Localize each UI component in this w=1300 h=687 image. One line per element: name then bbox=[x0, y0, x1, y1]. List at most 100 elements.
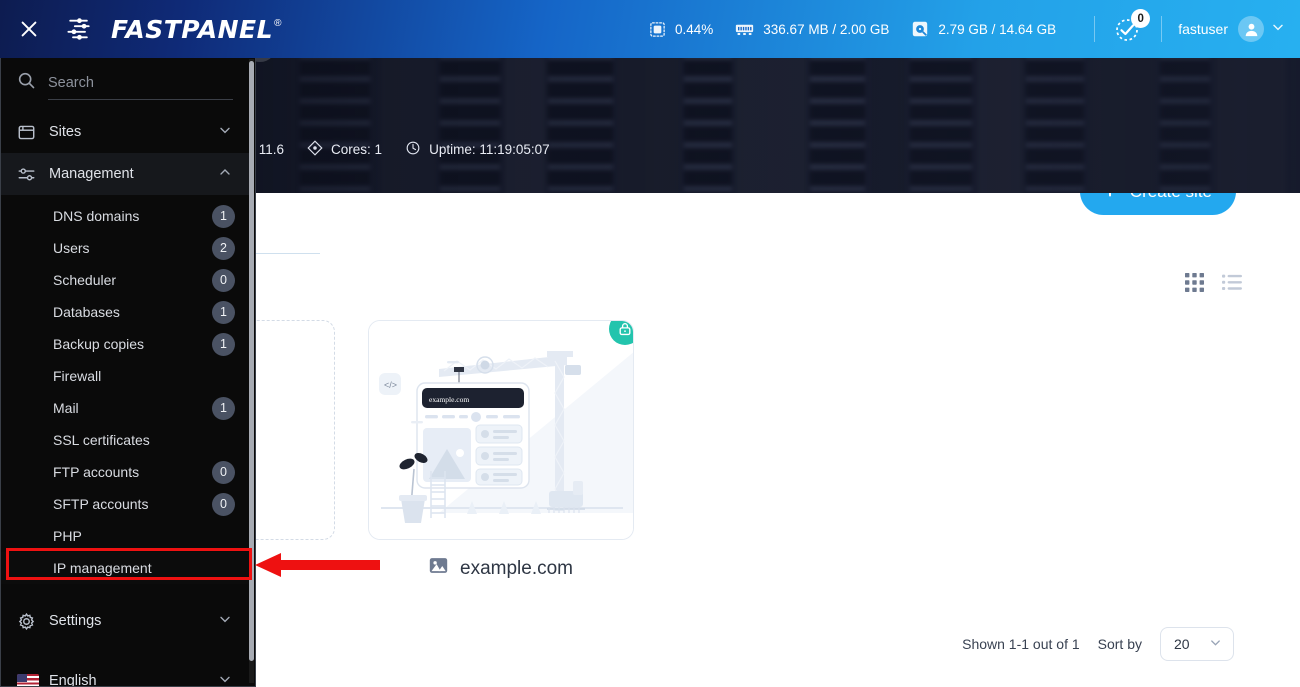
list-view-icon[interactable] bbox=[1222, 274, 1242, 291]
sidebar-group-sites[interactable]: Sites bbox=[1, 111, 249, 153]
stat-cpu-value: 0.44% bbox=[675, 21, 714, 37]
sidebar-item-mail[interactable]: Mail 1 bbox=[1, 392, 249, 424]
sidebar-item-label: IP management bbox=[53, 560, 152, 576]
divider bbox=[1161, 16, 1163, 42]
username-label: fastuser bbox=[1178, 21, 1228, 37]
sidebar-item-users[interactable]: Users 2 bbox=[1, 232, 249, 264]
sidebar-item-label: Mail bbox=[53, 400, 79, 416]
server-meta: an 11.6 Cores: 1 Uptime: 11:19:05:07 bbox=[240, 140, 564, 159]
sidebar-group-settings-label: Settings bbox=[49, 613, 102, 629]
badge-count: 0 bbox=[212, 492, 235, 516]
badge-count: 0 bbox=[212, 268, 235, 292]
sidebar-item-label: Databases bbox=[53, 304, 120, 320]
stat-disk: 2.79 GB / 14.64 GB bbox=[911, 20, 1056, 38]
sidebar-item-ssl-certificates[interactable]: SSL certificates bbox=[1, 424, 249, 456]
sidebar-item-label: SFTP accounts bbox=[53, 496, 149, 512]
notification-count-badge: 0 bbox=[1131, 9, 1151, 28]
top-bar: FASTPANEL ® 0.44% 336.67 MB / 2.00 GB 2.… bbox=[0, 0, 1300, 58]
divider bbox=[1094, 16, 1096, 42]
badge-count: 1 bbox=[212, 396, 235, 420]
badge-count: 1 bbox=[212, 204, 235, 228]
cores-label: Cores: 1 bbox=[331, 142, 383, 157]
chevron-down-icon bbox=[217, 671, 233, 686]
grid-view-icon[interactable] bbox=[1185, 273, 1204, 292]
brand-name: FASTPANEL bbox=[111, 15, 274, 44]
badge-count: 1 bbox=[212, 300, 235, 324]
chevron-up-icon bbox=[217, 164, 233, 184]
sidebar-item-label: Scheduler bbox=[53, 272, 117, 288]
search-input[interactable] bbox=[48, 74, 233, 91]
chevron-down-icon[interactable] bbox=[1270, 19, 1286, 40]
sidebar-search[interactable] bbox=[1, 55, 249, 111]
avatar[interactable] bbox=[1238, 16, 1264, 42]
server-cores: Cores: 1 bbox=[307, 140, 382, 159]
stat-cpu: 0.44% bbox=[649, 21, 713, 38]
stat-ram: 336.67 MB / 2.00 GB bbox=[735, 22, 889, 37]
sidebar-group-management-label: Management bbox=[49, 166, 134, 182]
top-bar-right: 0.44% 336.67 MB / 2.00 GB 2.79 GB / 14.6… bbox=[649, 0, 1300, 58]
chevron-down-icon bbox=[217, 611, 233, 631]
sidebar-item-dns-domains[interactable]: DNS domains 1 bbox=[1, 200, 249, 232]
cpu-icon bbox=[649, 21, 666, 38]
svg-text:example.com: example.com bbox=[429, 395, 469, 404]
sidebar-item-label: Backup copies bbox=[53, 336, 145, 352]
sidebar-group-language[interactable]: English bbox=[1, 660, 249, 686]
sidebar-group-management[interactable]: Management bbox=[1, 153, 249, 195]
us-flag-icon bbox=[17, 673, 41, 686]
sidebar-group-sites-label: Sites bbox=[49, 124, 82, 140]
site-name-row[interactable]: example.com bbox=[368, 557, 634, 580]
shown-count-label: Shown 1-1 out of 1 bbox=[962, 636, 1080, 652]
sidebar-group-language-label: English bbox=[49, 673, 97, 686]
sidebar-scroll-area: Sites Management bbox=[1, 55, 249, 686]
sidebar-item-backup-copies[interactable]: Backup copies 1 bbox=[1, 328, 249, 360]
sliders-icon bbox=[17, 165, 41, 184]
badge-count: 0 bbox=[212, 460, 235, 484]
clock-icon bbox=[405, 140, 421, 159]
svg-text:</>: </> bbox=[384, 380, 397, 390]
list-footer: Shown 1-1 out of 1 Sort by 20 bbox=[962, 627, 1234, 661]
server-uptime: Uptime: 11:19:05:07 bbox=[405, 140, 550, 159]
sidebar-item-label: SSL certificates bbox=[53, 432, 150, 448]
sidebar-item-firewall[interactable]: Firewall bbox=[1, 360, 249, 392]
notifications-button[interactable]: 0 bbox=[1111, 9, 1151, 46]
brand-logo[interactable]: FASTPANEL ® bbox=[66, 14, 282, 44]
chevron-down-icon bbox=[217, 122, 233, 142]
stat-disk-value: 2.79 GB / 14.64 GB bbox=[938, 21, 1057, 37]
stat-ram-value: 336.67 MB / 2.00 GB bbox=[763, 21, 890, 37]
sidebar-item-databases[interactable]: Databases 1 bbox=[1, 296, 249, 328]
badge-count: 2 bbox=[212, 236, 235, 260]
cores-icon bbox=[307, 140, 323, 159]
gear-icon bbox=[17, 612, 41, 631]
fastpanel-mark-icon bbox=[66, 17, 104, 41]
sidebar-item-ftp-accounts[interactable]: FTP accounts 0 bbox=[1, 456, 249, 488]
site-card: example.com </> example.com bbox=[368, 320, 634, 580]
ram-icon bbox=[735, 22, 754, 37]
sort-by-label: Sort by bbox=[1097, 636, 1142, 652]
site-thumbnail[interactable]: example.com </> bbox=[368, 320, 634, 540]
sidebar-item-label: PHP bbox=[53, 528, 82, 544]
badge-count: 1 bbox=[212, 332, 235, 356]
disk-icon bbox=[911, 20, 929, 38]
sidebar-scrollbar-thumb[interactable] bbox=[249, 61, 254, 661]
window-icon bbox=[17, 123, 41, 142]
uptime-label: Uptime: 11:19:05:07 bbox=[429, 142, 550, 157]
search-icon bbox=[17, 71, 36, 95]
brand-registered-mark: ® bbox=[274, 18, 282, 29]
sidebar-item-scheduler[interactable]: Scheduler 0 bbox=[1, 264, 249, 296]
fastpanel-window: FASTPANEL ® 0.44% 336.67 MB / 2.00 GB 2.… bbox=[0, 0, 1300, 687]
sidebar-item-ip-management[interactable]: IP management bbox=[1, 552, 249, 584]
sidebar-item-label: Firewall bbox=[53, 368, 102, 384]
sidebar-item-sftp-accounts[interactable]: SFTP accounts 0 bbox=[1, 488, 249, 520]
close-icon[interactable] bbox=[0, 0, 58, 58]
sidebar-item-label: DNS domains bbox=[53, 208, 140, 224]
page-size-select[interactable]: 20 bbox=[1160, 627, 1234, 661]
page-size-value: 20 bbox=[1174, 636, 1190, 652]
view-toggles bbox=[1185, 273, 1242, 292]
sidebar-group-settings[interactable]: Settings bbox=[1, 600, 249, 642]
site-preview-illustration: example.com </> bbox=[369, 321, 633, 539]
site-image-icon bbox=[429, 557, 448, 580]
sidebar-item-php[interactable]: PHP bbox=[1, 520, 249, 552]
sidebar-item-label: FTP accounts bbox=[53, 464, 140, 480]
site-name-label: example.com bbox=[460, 557, 573, 579]
